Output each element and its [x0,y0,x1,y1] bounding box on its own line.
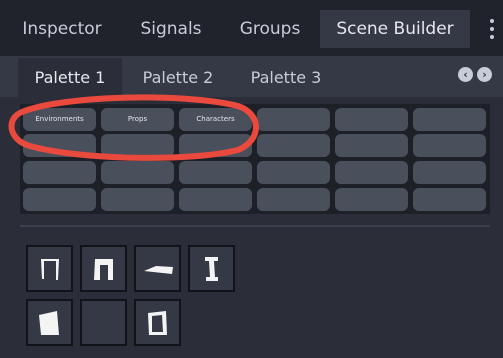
tab-signals[interactable]: Signals [124,10,218,48]
chevron-left-icon[interactable]: ‹ [458,67,473,82]
palette-button-grid: Environments Props Characters [20,104,490,214]
tab-groups[interactable]: Groups [224,10,316,48]
palette-slot-button[interactable] [23,188,96,211]
characters-button[interactable]: Characters [179,108,252,131]
door-frame-icon [148,311,167,335]
palette-slot-button[interactable] [335,161,408,184]
palette-slot-button[interactable] [23,161,96,184]
divider [20,225,490,227]
palette-slot-button[interactable] [257,161,330,184]
tab-inspector[interactable]: Inspector [6,10,118,48]
palette-slot-button[interactable] [413,134,486,157]
more-options-icon[interactable] [481,10,503,48]
palette-tab-bar: Palette 1 Palette 2 Palette 3 [0,56,503,97]
tab-palette-2[interactable]: Palette 2 [128,58,228,97]
archway-icon [94,259,113,280]
palette-slot-button[interactable] [179,134,252,157]
doorway-icon [41,259,59,280]
palette-slot-button[interactable] [257,108,330,131]
environments-button[interactable]: Environments [23,108,96,131]
palette-slot-button[interactable] [257,188,330,211]
palette-slot-button[interactable] [335,134,408,157]
palette-slot-button[interactable] [179,161,252,184]
palette-slot-button[interactable] [101,134,174,157]
palette-slot-button[interactable] [335,188,408,211]
palette-slot-button[interactable] [413,188,486,211]
empty-slot-thumbnail[interactable] [80,299,127,346]
palette-slot-button[interactable] [413,108,486,131]
palette-slot-button[interactable] [101,161,174,184]
props-button[interactable]: Props [101,108,174,131]
palette-slot-button[interactable] [23,134,96,157]
palette-slot-button[interactable] [179,188,252,211]
floor-tile-icon [144,266,173,274]
tab-palette-1[interactable]: Palette 1 [18,58,122,97]
wall-panel-thumbnail[interactable] [26,299,73,346]
pillar-icon [205,257,218,281]
wall-panel-icon [39,311,59,335]
palette-slot-button[interactable] [335,108,408,131]
floor-tile-thumbnail[interactable] [134,245,181,292]
top-tab-bar: Inspector Signals Groups Scene Builder [0,0,503,56]
palette-slot-button[interactable] [257,134,330,157]
chevron-right-icon[interactable]: › [477,67,492,82]
doorway-thumbnail[interactable] [26,245,73,292]
tab-palette-3[interactable]: Palette 3 [236,58,336,97]
archway-thumbnail[interactable] [80,245,127,292]
palette-slot-button[interactable] [101,188,174,211]
palette-slot-button[interactable] [413,161,486,184]
pillar-thumbnail[interactable] [188,245,235,292]
door-frame-thumbnail[interactable] [134,299,181,346]
tab-scene-builder[interactable]: Scene Builder [320,10,470,48]
